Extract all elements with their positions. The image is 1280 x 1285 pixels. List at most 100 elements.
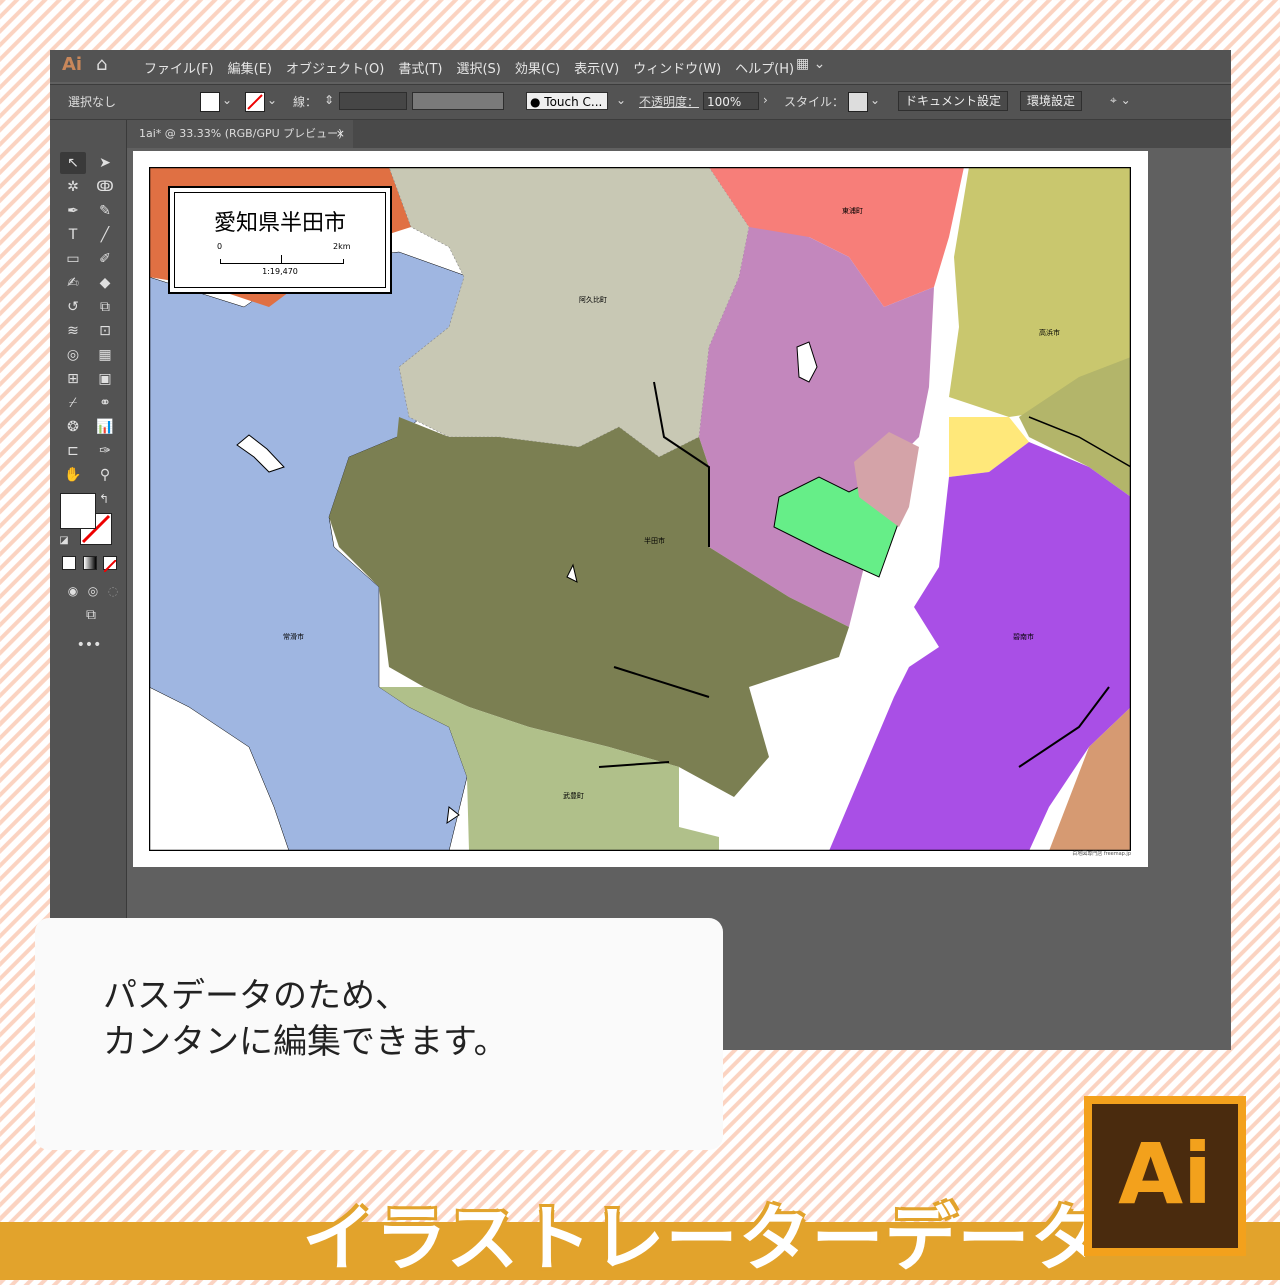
lasso-icon[interactable]: ↂ [92, 176, 118, 198]
close-tab-icon[interactable]: × [336, 120, 345, 148]
pen-tool-icon[interactable]: ✒ [60, 200, 86, 222]
map-label-tokoname: 常滑市 [283, 632, 304, 641]
map-title-inner: 愛知県半田市 0 2km 1:19,470 [174, 192, 386, 288]
menu-view[interactable]: 表示(V) [574, 58, 619, 77]
callout-line-2: カンタンに編集できます。 [103, 1022, 508, 1062]
menu-object[interactable]: オブジェクト(O) [286, 58, 384, 77]
menu-type[interactable]: 書式(T) [398, 58, 442, 77]
map-label-handa: 半田市 [644, 536, 665, 545]
illustrator-badge: Ai [1084, 1096, 1246, 1256]
selection-status: 選択なし [68, 95, 117, 109]
type-tool-icon[interactable]: T [60, 224, 86, 246]
variable-width-profile[interactable] [412, 92, 504, 110]
map-credit: 白地図専門店 freemap.jp [1072, 851, 1131, 857]
direct-selection-tool-icon[interactable]: ➤ [92, 152, 118, 174]
callout-box: パスデータのため、 カンタンに編集できます。 [35, 918, 723, 1150]
fill-dropdown-icon[interactable]: ⌄ [222, 93, 232, 107]
document-tab[interactable]: 1ai* @ 33.33% (RGB/GPU プレビュー) × [127, 120, 353, 148]
hand-tool-icon[interactable]: ✋ [60, 464, 86, 486]
gradient-tool-icon[interactable]: ▣ [92, 368, 118, 390]
scale-end: 2km [333, 242, 351, 251]
eyedropper-icon[interactable]: ⌿ [60, 392, 86, 414]
menu-window[interactable]: ウィンドウ(W) [633, 58, 721, 77]
opacity-expand-icon[interactable]: › [763, 93, 768, 107]
map-label-agui: 阿久比町 [579, 295, 607, 304]
banner-title: イラストレーターデータ [302, 1197, 1104, 1281]
document-tab-bar: 1ai* @ 33.33% (RGB/GPU プレビュー) × [127, 120, 1231, 148]
style-dropdown-icon[interactable]: ⌄ [870, 93, 880, 107]
width-tool-icon[interactable]: ≋ [60, 320, 86, 342]
map-title: 愛知県半田市 [213, 211, 346, 236]
map-label-higashiura: 東浦町 [842, 206, 863, 215]
gradient-mode-icon[interactable] [83, 556, 97, 570]
toolbox: ↖ ➤ ✲ ↂ ✒ ✎ T ╱ ▭ ✐ ✍ ◆ ↺ ⧉ ≋ ⊡ ◎ ▦ ⊞ ▣ … [50, 120, 127, 970]
document-settings-button[interactable]: ドキュメント設定 [898, 91, 1009, 111]
magic-wand-icon[interactable]: ✲ [60, 176, 86, 198]
stroke-weight-input[interactable] [339, 92, 407, 110]
brush-dropdown-icon[interactable]: ⌄ [616, 93, 626, 107]
paintbrush-icon[interactable]: ✐ [92, 248, 118, 270]
more-tools-icon[interactable]: ••• [76, 634, 102, 656]
symbol-sprayer-icon[interactable]: ❂ [60, 416, 86, 438]
color-mode-icon[interactable] [62, 556, 76, 570]
home-icon[interactable]: ⌂ [96, 55, 116, 75]
shape-builder-icon[interactable]: ◎ [60, 344, 86, 366]
app-logo: Ai [62, 54, 83, 75]
line-tool-icon[interactable]: ╱ [92, 224, 118, 246]
map-label-hekinan: 碧南市 [1013, 632, 1034, 641]
menu-effect[interactable]: 効果(C) [515, 58, 560, 77]
style-swatch[interactable] [848, 92, 868, 112]
selection-tool-icon[interactable]: ↖ [60, 152, 86, 174]
menu-edit[interactable]: 編集(E) [228, 58, 272, 77]
none-mode-icon[interactable] [103, 556, 117, 573]
artboard-tool-icon[interactable]: ⊏ [60, 440, 86, 462]
slice-tool-icon[interactable]: ✑ [92, 440, 118, 462]
brush-definition[interactable]: ● Touch C... [526, 92, 608, 110]
document-tab-label: 1ai* @ 33.33% (RGB/GPU プレビュー) [139, 127, 343, 140]
stroke-label: 線： [293, 95, 318, 109]
draw-inside-icon[interactable]: ◌ [100, 580, 126, 602]
screen-mode-icon[interactable]: ⧉ [78, 604, 104, 626]
stroke-stepper-icon[interactable]: ⇕ [324, 93, 334, 107]
fill-swatch[interactable] [200, 92, 220, 112]
menu-select[interactable]: 選択(S) [456, 58, 500, 77]
swap-colors-icon[interactable]: ↰ [94, 488, 114, 510]
rotate-tool-icon[interactable]: ↺ [60, 296, 86, 318]
scale-start: 0 [217, 242, 223, 251]
workspace-switcher-icon[interactable]: ▦ ⌄ [796, 56, 825, 72]
shaper-tool-icon[interactable]: ✍ [60, 272, 86, 294]
menu-items: ファイル(F) 編集(E) オブジェクト(O) 書式(T) 選択(S) 効果(C… [144, 58, 794, 77]
control-bar: 選択なし ⌄ ⌄ 線： ⇕ ● Touch C... ⌄ 不透明度： 100% … [50, 84, 1231, 120]
scale-bar-mid [281, 255, 282, 263]
free-transform-icon[interactable]: ⊡ [92, 320, 118, 342]
opacity-label[interactable]: 不透明度： [639, 93, 699, 110]
map-label-takahama: 高浜市 [1039, 328, 1060, 337]
eraser-icon[interactable]: ◆ [92, 272, 118, 294]
opacity-input[interactable]: 100% [703, 92, 759, 110]
rectangle-tool-icon[interactable]: ▭ [60, 248, 86, 270]
fill-color-front[interactable] [60, 493, 96, 529]
stroke-swatch[interactable] [245, 92, 265, 112]
menu-bar: Ai ⌂ ファイル(F) 編集(E) オブジェクト(O) 書式(T) 選択(S)… [50, 50, 1231, 82]
default-colors-icon[interactable]: ◪ [54, 530, 74, 552]
graph-tool-icon[interactable]: 📊 [92, 416, 118, 438]
map-title-box: 愛知県半田市 0 2km 1:19,470 [168, 186, 392, 294]
callout-line-1: パスデータのため、 [103, 976, 409, 1016]
perspective-grid-icon[interactable]: ▦ [92, 344, 118, 366]
menu-file[interactable]: ファイル(F) [144, 58, 214, 77]
menu-help[interactable]: ヘルプ(H) [735, 58, 794, 77]
curvature-tool-icon[interactable]: ✎ [92, 200, 118, 222]
mesh-tool-icon[interactable]: ⊞ [60, 368, 86, 390]
scale-tool-icon[interactable]: ⧉ [92, 296, 118, 318]
illustrator-badge-text: Ai [1092, 1104, 1238, 1248]
illustrator-window: Ai ⌂ ファイル(F) 編集(E) オブジェクト(O) 書式(T) 選択(S)… [50, 50, 1231, 1050]
blend-tool-icon[interactable]: ⚭ [92, 392, 118, 414]
stroke-dropdown-icon[interactable]: ⌄ [267, 93, 277, 107]
arrange-icon[interactable]: ⌖ ⌄ [1110, 93, 1131, 108]
preferences-button[interactable]: 環境設定 [1020, 91, 1083, 111]
style-label: スタイル： [784, 95, 845, 109]
brush-name: Touch C... [544, 95, 603, 109]
artboard[interactable]: 阿久比町 東浦町 高浜市 半田市 常滑市 武豊町 碧南市 愛知県半田市 0 2k… [133, 151, 1148, 867]
zoom-tool-icon[interactable]: ⚲ [92, 464, 118, 486]
scale-bar [220, 259, 344, 264]
